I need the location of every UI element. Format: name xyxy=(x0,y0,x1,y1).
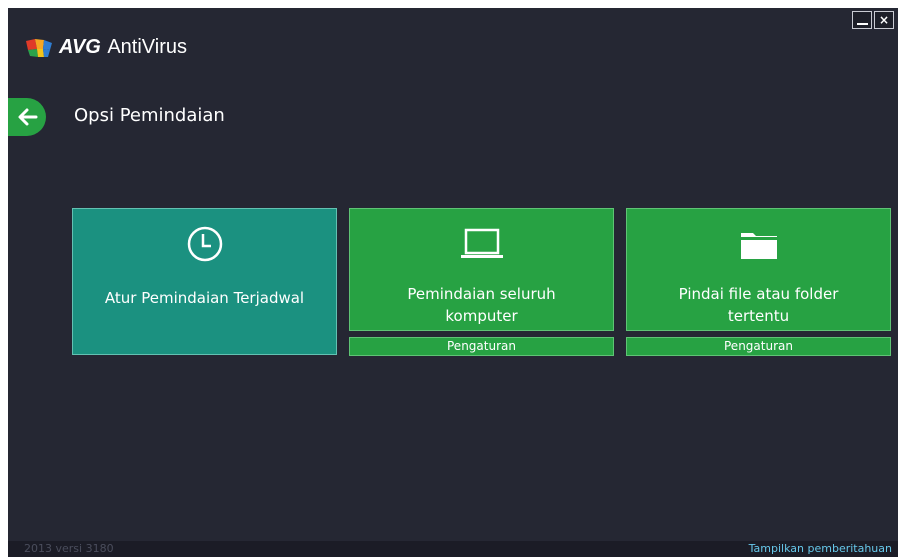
tile-label: Atur Pemindaian Terjadwal xyxy=(104,289,305,307)
app-brand: AVG AntiVirus xyxy=(24,36,187,59)
clock-icon xyxy=(73,225,336,263)
page-title: Opsi Pemindaian xyxy=(74,105,225,126)
folder-icon xyxy=(627,225,890,265)
avg-logo-icon xyxy=(24,37,54,59)
app-title: AVG AntiVirus xyxy=(59,36,187,58)
scheduled-scan-tile[interactable]: Atur Pemindaian Terjadwal xyxy=(72,208,337,355)
window-controls: × xyxy=(852,11,894,29)
minimize-icon xyxy=(856,22,868,25)
full-scan-tile[interactable]: Pemindaian seluruh komputer xyxy=(349,208,614,331)
tile-label: Pemindaian seluruh komputer xyxy=(407,285,556,325)
full-scan-settings-button[interactable]: Pengaturan xyxy=(349,337,614,356)
app-window: × AVG AntiVirus Opsi Pemindaian Atur Pem… xyxy=(8,8,898,557)
arrow-left-icon xyxy=(18,108,38,126)
laptop-icon xyxy=(350,225,613,265)
show-notifications-link[interactable]: Tampilkan pemberitahuan xyxy=(749,541,892,557)
tile-label: Pindai file atau folder tertentu xyxy=(678,285,839,325)
file-scan-settings-button[interactable]: Pengaturan xyxy=(626,337,891,356)
back-button[interactable] xyxy=(8,98,46,136)
minimize-button[interactable] xyxy=(852,11,872,29)
close-icon: × xyxy=(878,13,890,27)
close-button[interactable]: × xyxy=(874,11,894,29)
status-bar: 2013 versi 3180 Tampilkan pemberitahuan xyxy=(8,541,898,557)
version-text: 2013 versi 3180 xyxy=(24,542,114,555)
file-folder-scan-tile[interactable]: Pindai file atau folder tertentu xyxy=(626,208,891,331)
